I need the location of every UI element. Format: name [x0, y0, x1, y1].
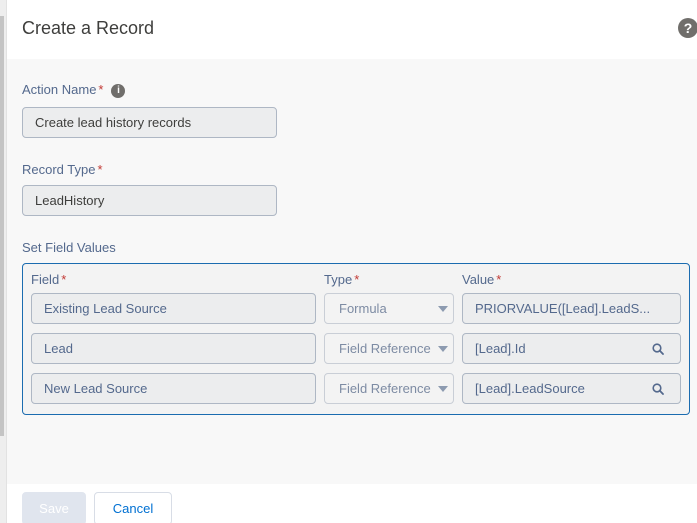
- action-name-label: Action Name * i: [22, 82, 126, 98]
- field-values-table: Field * Type * Value * Existing Lead Source…: [22, 263, 690, 415]
- required-marker: *: [61, 272, 67, 287]
- type-select[interactable]: Field Reference: [324, 333, 454, 364]
- search-icon[interactable]: [652, 383, 664, 395]
- record-type-label: Record Type *: [22, 162, 103, 177]
- chevron-down-icon: [438, 386, 448, 392]
- info-icon[interactable]: i: [111, 84, 126, 98]
- field-input[interactable]: Lead: [31, 333, 316, 364]
- dialog-footer: Save Cancel: [7, 484, 697, 523]
- chevron-down-icon: [438, 306, 448, 312]
- cancel-button[interactable]: Cancel: [94, 492, 172, 523]
- field-input[interactable]: Existing Lead Source: [31, 293, 316, 324]
- required-marker: *: [97, 162, 103, 177]
- type-select[interactable]: Formula: [324, 293, 454, 324]
- dialog-body: Action Name * i Create lead history record…: [7, 59, 697, 484]
- required-marker: *: [496, 272, 502, 287]
- dialog-header: Create a Record ?: [7, 0, 697, 59]
- question-circle-icon[interactable]: ?: [678, 18, 697, 38]
- required-marker: *: [98, 82, 104, 97]
- value-input[interactable]: [Lead].LeadSource: [462, 373, 681, 404]
- action-name-input[interactable]: Create lead history records: [22, 107, 277, 138]
- set-field-values-label: Set Field Values: [22, 240, 116, 255]
- scrollbar-thumb[interactable]: [0, 16, 4, 436]
- record-type-input[interactable]: LeadHistory: [22, 185, 277, 216]
- chevron-down-icon: [438, 346, 448, 352]
- create-record-dialog: Create a Record ? Action Name * i Create l…: [0, 0, 697, 523]
- type-select[interactable]: Field Reference: [324, 373, 454, 404]
- page-title: Create a Record: [22, 18, 155, 38]
- column-header-type: Type *: [324, 272, 360, 287]
- value-input[interactable]: [Lead].Id: [462, 333, 681, 364]
- column-header-value: Value *: [462, 272, 502, 287]
- field-input[interactable]: New Lead Source: [31, 373, 316, 404]
- column-header-field: Field *: [31, 272, 67, 287]
- required-marker: *: [354, 272, 360, 287]
- value-input[interactable]: PRIORVALUE([Lead].LeadS...: [462, 293, 681, 324]
- search-icon[interactable]: [652, 343, 664, 355]
- save-button[interactable]: Save: [22, 492, 86, 523]
